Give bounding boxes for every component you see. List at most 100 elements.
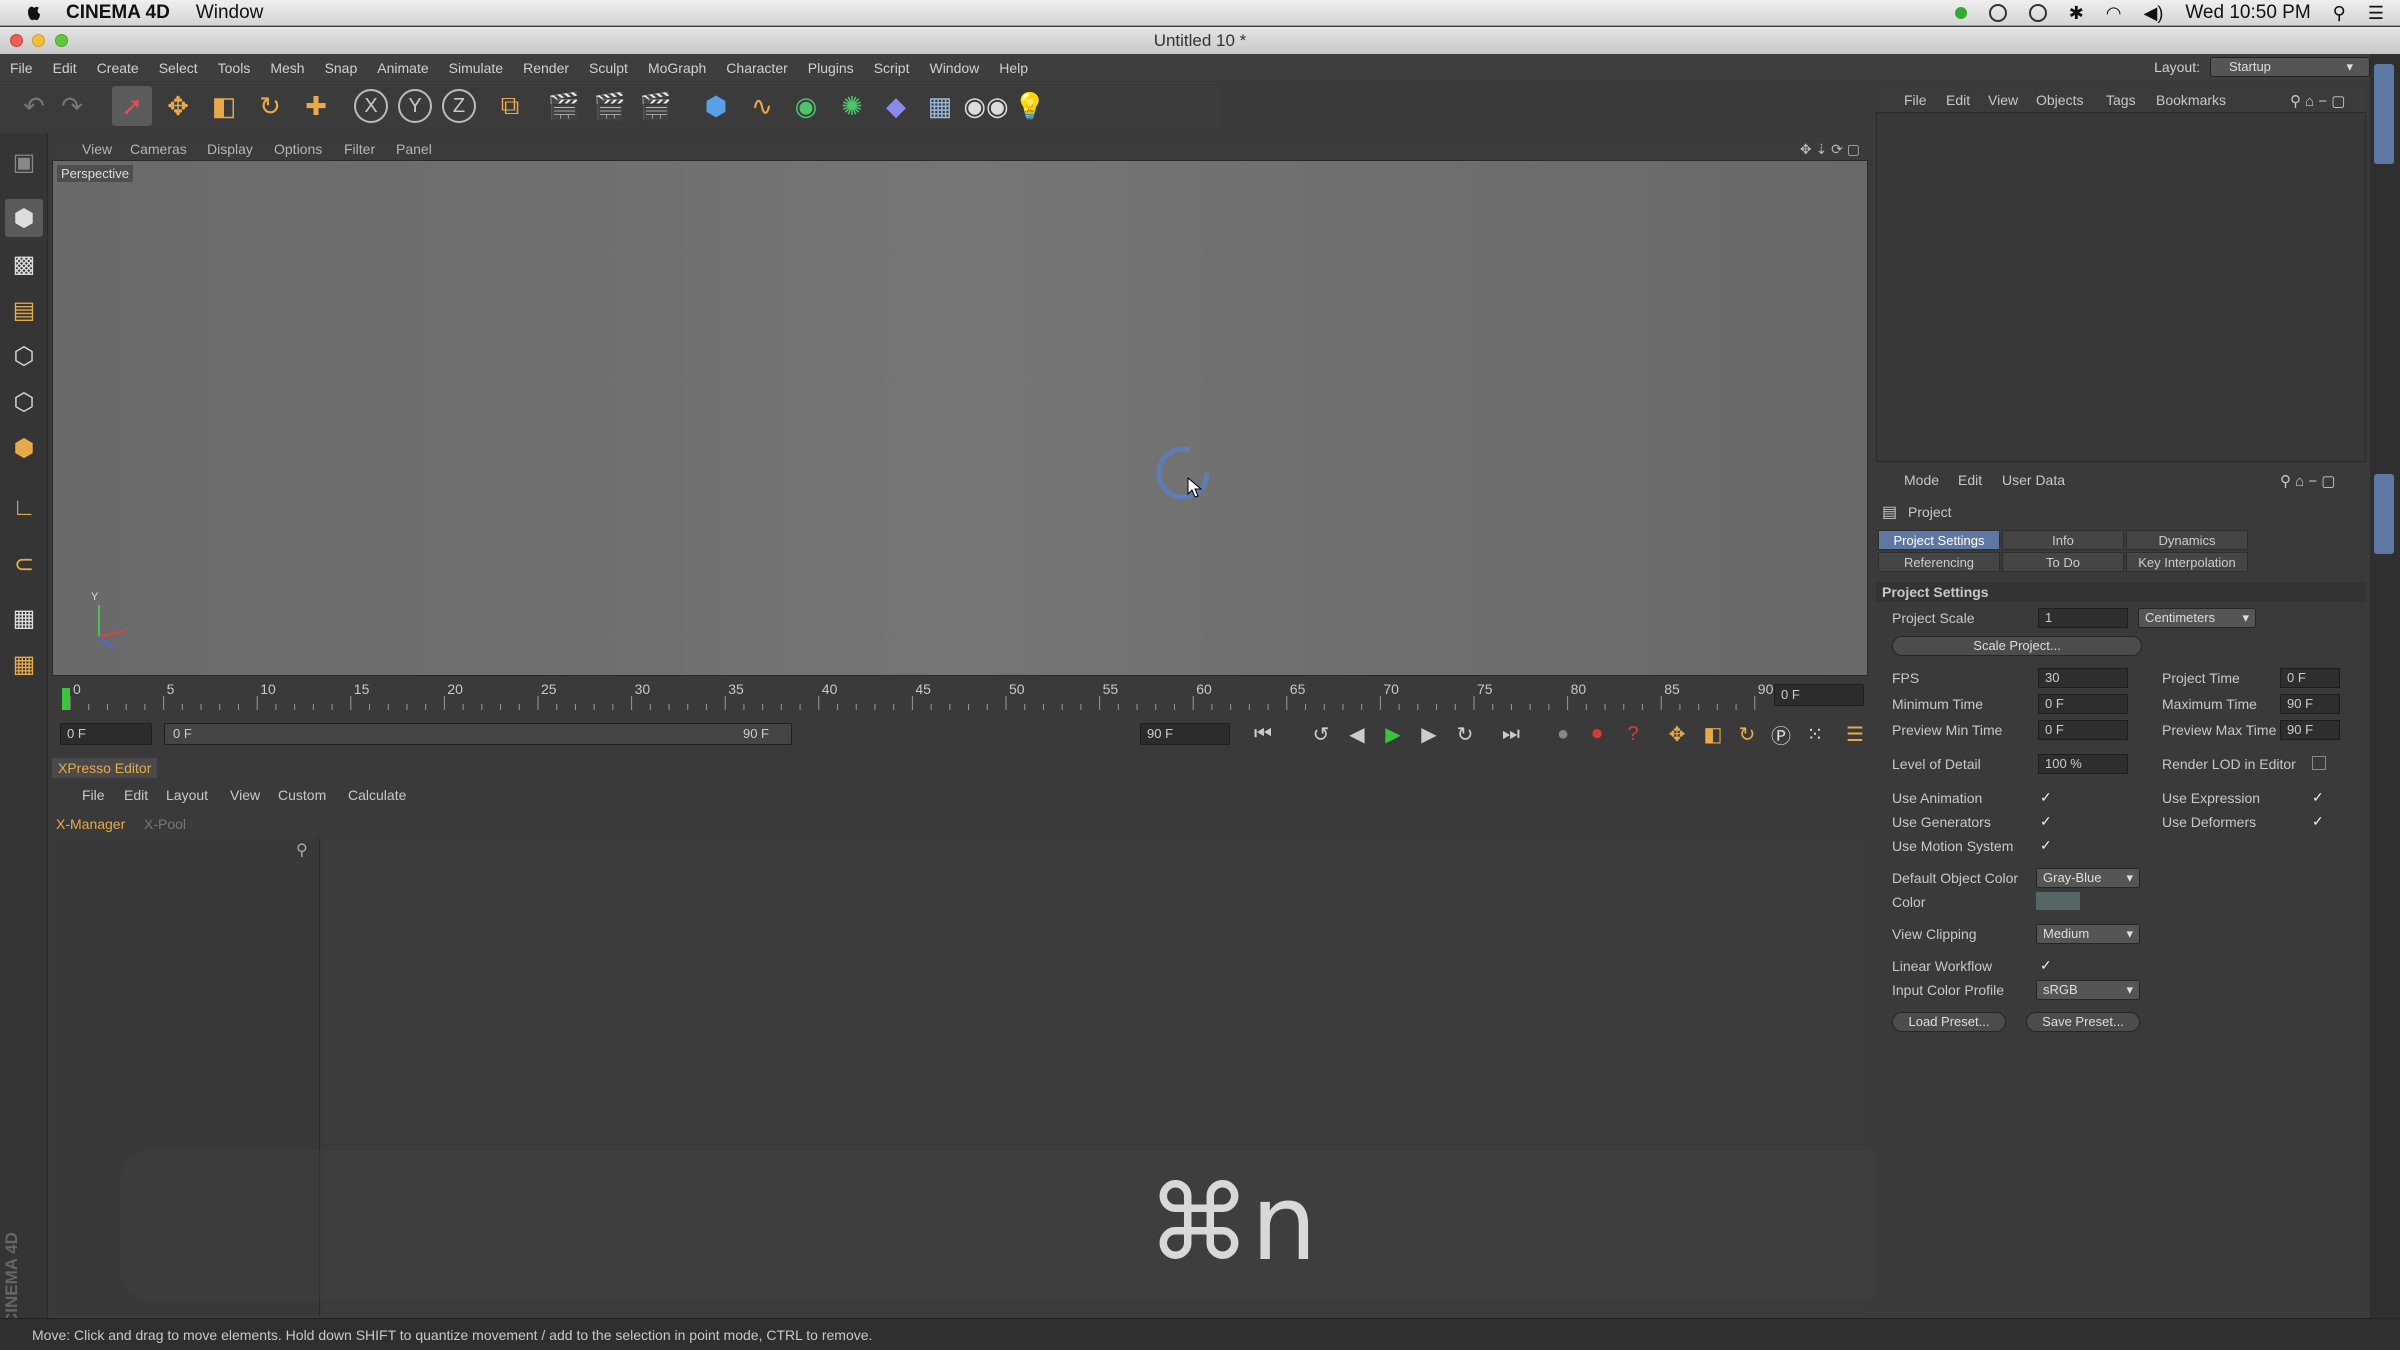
menu-file[interactable]: File bbox=[10, 60, 33, 76]
menu-sculpt[interactable]: Sculpt bbox=[589, 60, 628, 76]
model-mode-icon[interactable]: ⬢ bbox=[5, 199, 43, 237]
window-menu[interactable]: Window bbox=[196, 2, 264, 24]
tab-to-do[interactable]: To Do bbox=[2002, 552, 2124, 572]
xpresso-menu-file[interactable]: File bbox=[82, 787, 105, 803]
menu-mesh[interactable]: Mesh bbox=[270, 60, 304, 76]
tab-x-pool[interactable]: X-Pool bbox=[144, 816, 186, 832]
use-expression-checkbox[interactable]: ✓ bbox=[2312, 790, 2326, 804]
timeline-ruler[interactable]: 0 5 10 15 20 25 30 35 40 45 50 55 60 65 70 75 80 85 90 0 F bbox=[52, 678, 1868, 712]
live-selection-icon[interactable]: ➚ bbox=[112, 86, 152, 126]
start-frame-field[interactable]: 0 F bbox=[60, 723, 152, 745]
use-generators-checkbox[interactable]: ✓ bbox=[2040, 814, 2054, 828]
use-animation-checkbox[interactable]: ✓ bbox=[2040, 790, 2054, 804]
view-clipping-select[interactable]: Medium ▾ bbox=[2036, 924, 2140, 944]
objects-menu-view[interactable]: View bbox=[1988, 92, 2018, 108]
zoom-window-button[interactable] bbox=[55, 34, 68, 47]
tab-info[interactable]: Info bbox=[2002, 530, 2124, 550]
close-window-button[interactable] bbox=[10, 34, 23, 47]
floor-scene-icon[interactable]: ▦ bbox=[920, 86, 960, 126]
render-view-icon[interactable]: 🎬 bbox=[544, 86, 584, 126]
fps-input[interactable]: 30 bbox=[2038, 668, 2128, 688]
menu-create[interactable]: Create bbox=[97, 60, 139, 76]
tab-referencing[interactable]: Referencing bbox=[1878, 552, 2000, 572]
menu-help[interactable]: Help bbox=[999, 60, 1028, 76]
menu-script[interactable]: Script bbox=[874, 60, 910, 76]
viewport-menu-filter[interactable]: Filter bbox=[344, 141, 375, 157]
project-time-input[interactable]: 0 F bbox=[2280, 668, 2340, 688]
dropbox-tray-icon[interactable] bbox=[1988, 4, 2007, 22]
autokey-icon[interactable]: ⏺ bbox=[1582, 719, 1612, 749]
viewport-nav-icons[interactable]: ✥ ⇣ ⟳ ▢ bbox=[1800, 141, 1860, 158]
nurbs-icon[interactable]: ◉ bbox=[786, 86, 826, 126]
render-lod-checkbox[interactable] bbox=[2312, 756, 2326, 770]
move-tool-icon[interactable]: ✥ bbox=[158, 86, 198, 126]
viewport-menu-display[interactable]: Display bbox=[207, 141, 253, 157]
coordinate-system-icon[interactable]: ⧉ bbox=[490, 86, 530, 126]
menu-animate[interactable]: Animate bbox=[377, 60, 428, 76]
planar-workplane-icon[interactable]: ▦ bbox=[5, 645, 43, 683]
minimize-window-button[interactable] bbox=[32, 34, 45, 47]
previous-frame-icon[interactable]: ◀ bbox=[1342, 719, 1372, 749]
wifi-icon[interactable]: ◠ bbox=[2106, 3, 2122, 24]
input-color-profile-select[interactable]: sRGB ▾ bbox=[2036, 980, 2140, 1000]
xpresso-editor-tab[interactable]: XPresso Editor bbox=[52, 758, 158, 778]
polygons-mode-icon[interactable]: ⬢ bbox=[5, 429, 43, 467]
key-rotation-icon[interactable]: ↻ bbox=[1732, 719, 1762, 749]
rotate-tool-icon[interactable]: ↻ bbox=[250, 86, 290, 126]
viewport-menu-view[interactable]: View bbox=[82, 141, 112, 157]
objects-menu-bookmarks[interactable]: Bookmarks bbox=[2156, 92, 2226, 108]
next-frame-icon[interactable]: ▶ bbox=[1414, 719, 1444, 749]
objects-menu-file[interactable]: File bbox=[1904, 92, 1927, 108]
menu-plugins[interactable]: Plugins bbox=[808, 60, 854, 76]
level-of-detail-input[interactable]: 100 % bbox=[2038, 754, 2128, 774]
default-object-color-select[interactable]: Gray-Blue ▾ bbox=[2036, 868, 2140, 888]
project-scale-input[interactable]: 1 bbox=[2038, 608, 2128, 628]
bluetooth-icon[interactable]: ✱ bbox=[2069, 3, 2084, 24]
viewport-menu-panel[interactable]: Panel bbox=[396, 141, 432, 157]
menu-window[interactable]: Window bbox=[929, 60, 979, 76]
layout-select[interactable]: Startup ▾ bbox=[2210, 57, 2370, 77]
undo-icon[interactable]: ↶ bbox=[14, 86, 54, 126]
menu-snap[interactable]: Snap bbox=[325, 60, 358, 76]
light-icon[interactable]: 💡 bbox=[1010, 86, 1050, 126]
workplane-mode-icon[interactable]: ▤ bbox=[5, 291, 43, 329]
time-machine-icon[interactable] bbox=[2028, 4, 2047, 22]
objects-menu-tags[interactable]: Tags bbox=[2106, 92, 2136, 108]
array-icon[interactable]: ✺ bbox=[832, 86, 872, 126]
snap-icon[interactable]: ⊂ bbox=[5, 545, 43, 583]
tab-key-interpolation[interactable]: Key Interpolation bbox=[2126, 552, 2248, 572]
camera-icon[interactable]: ◉◉ bbox=[963, 86, 1008, 126]
key-pla-icon[interactable]: ⁙ bbox=[1800, 719, 1830, 749]
deformer-icon[interactable]: ◆ bbox=[876, 86, 916, 126]
attributes-nav-icons[interactable]: ⚲ ⌂ − ▢ bbox=[2280, 472, 2335, 490]
spline-icon[interactable]: ∿ bbox=[742, 86, 782, 126]
objects-menu-objects[interactable]: Objects bbox=[2036, 92, 2083, 108]
linear-workflow-checkbox[interactable]: ✓ bbox=[2040, 958, 2054, 972]
current-frame-field[interactable]: 0 F bbox=[1774, 684, 1864, 706]
make-editable-icon[interactable]: ▣ bbox=[5, 143, 43, 181]
xpresso-menu-calculate[interactable]: Calculate bbox=[348, 787, 406, 803]
preview-min-time-input[interactable]: 0 F bbox=[2038, 720, 2128, 740]
y-axis-lock-icon[interactable]: Y bbox=[398, 89, 432, 123]
attributes-menu-user-data[interactable]: User Data bbox=[2002, 472, 2065, 488]
x-axis-lock-icon[interactable]: X bbox=[354, 89, 388, 123]
menu-mograph[interactable]: MoGraph bbox=[648, 60, 706, 76]
notification-center-icon[interactable]: ☰ bbox=[2368, 3, 2384, 24]
texture-mode-icon[interactable]: ▩ bbox=[5, 245, 43, 283]
objects-search-icon[interactable]: ⚲ ⌂ − ▢ bbox=[2290, 92, 2345, 110]
record-tray-icon[interactable] bbox=[1954, 7, 1967, 19]
tab-project-settings[interactable]: Project Settings bbox=[1878, 530, 2000, 550]
xpresso-menu-view[interactable]: View bbox=[230, 787, 260, 803]
color-swatch[interactable] bbox=[2036, 892, 2080, 910]
menu-render[interactable]: Render bbox=[523, 60, 569, 76]
play-icon[interactable]: ▶ bbox=[1378, 719, 1408, 749]
menu-simulate[interactable]: Simulate bbox=[449, 60, 503, 76]
minimum-time-input[interactable]: 0 F bbox=[2038, 694, 2128, 714]
xpresso-menu-custom[interactable]: Custom bbox=[278, 787, 326, 803]
axis-mode-icon[interactable]: ∟ bbox=[5, 489, 43, 527]
maximum-time-input[interactable]: 90 F bbox=[2280, 694, 2340, 714]
objects-side-tab[interactable] bbox=[2374, 64, 2394, 164]
render-settings-icon[interactable]: 🎬 bbox=[636, 86, 676, 126]
menu-edit[interactable]: Edit bbox=[53, 60, 77, 76]
attributes-menu-mode[interactable]: Mode bbox=[1904, 472, 1939, 488]
